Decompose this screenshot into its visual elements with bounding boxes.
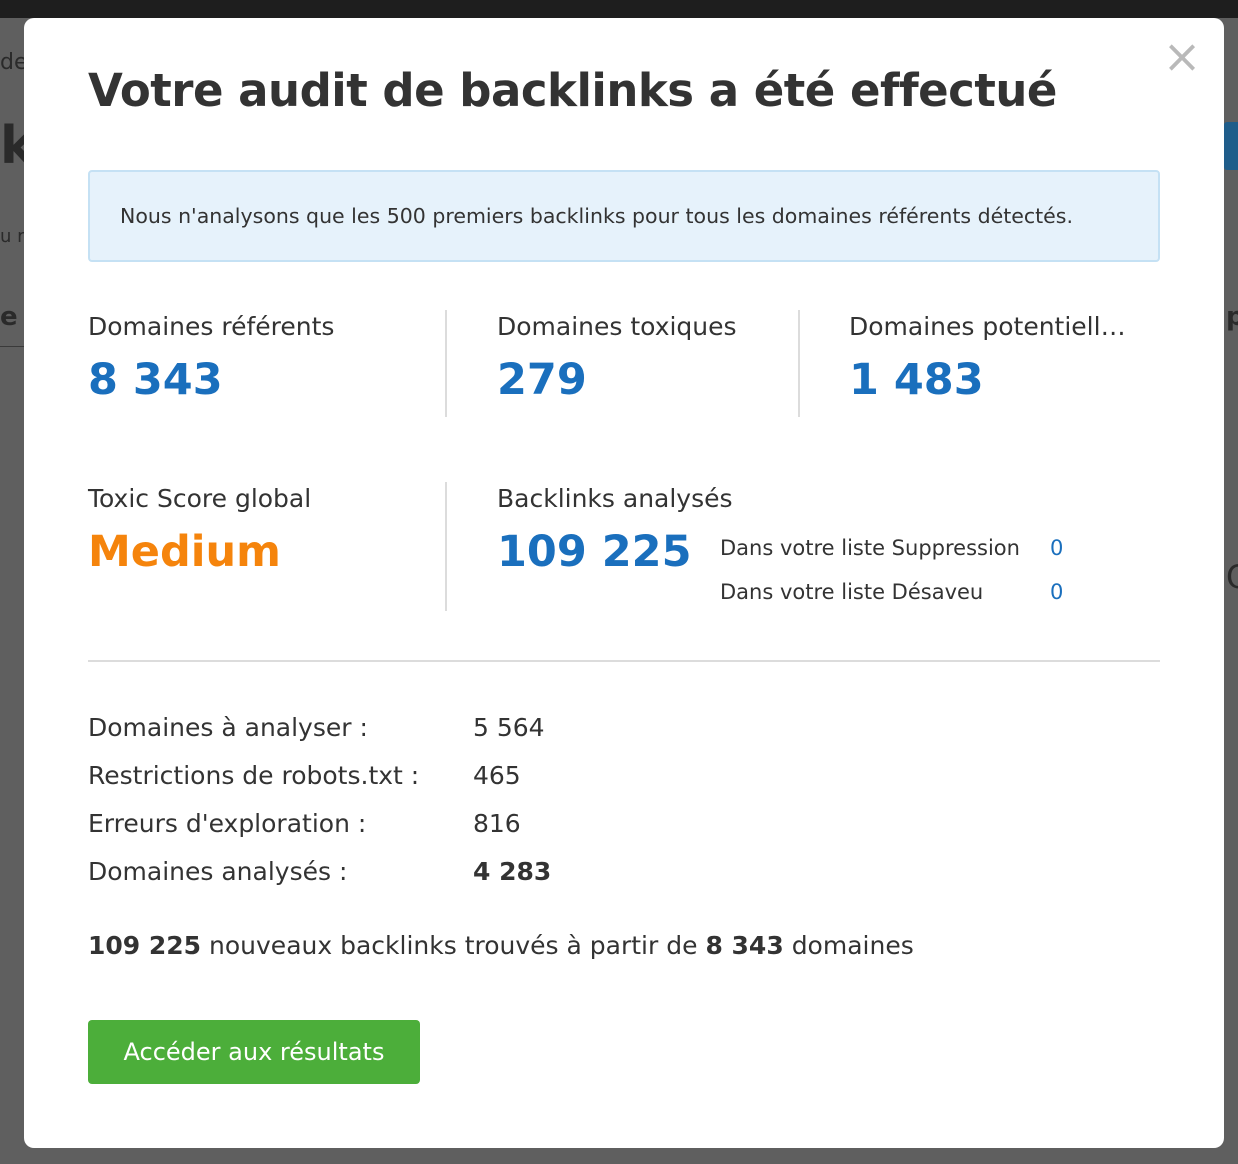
disavow-list-label: Dans votre liste Désaveu	[720, 580, 984, 604]
stat-value: 465	[473, 761, 521, 790]
summary-backlinks-count: 109 225	[88, 931, 202, 960]
summary-end-text: domaines	[791, 931, 914, 960]
info-notice: Nous n'analysons que les 500 premiers ba…	[88, 170, 1160, 262]
stat-label: Domaines analysés :	[88, 857, 348, 886]
background-text-fragment: u r	[0, 226, 25, 247]
view-results-button[interactable]: Accéder aux résultats	[88, 1020, 420, 1084]
background-tab-fragment: p	[1226, 302, 1238, 332]
metric-divider	[798, 310, 800, 417]
suppression-list-count[interactable]: 0	[1050, 536, 1063, 560]
metric-label: Domaines référents	[88, 312, 335, 341]
summary-middle-text: nouveaux backlinks trouvés à partir de	[209, 931, 698, 960]
metric-label: Backlinks analysés	[497, 484, 733, 513]
metric-potential-domains: Domaines potentiell… 1 483	[849, 312, 1126, 405]
disavow-list-count[interactable]: 0	[1050, 580, 1063, 604]
background-tab-fragment: e	[0, 302, 18, 332]
metric-label: Toxic Score global	[88, 484, 312, 513]
stat-label: Domaines à analyser :	[88, 713, 368, 742]
stat-value: 5 564	[473, 713, 545, 742]
section-divider	[88, 660, 1160, 662]
close-icon[interactable]: ×	[1162, 33, 1202, 79]
stat-value-total: 4 283	[473, 857, 552, 886]
metric-label: Domaines potentiell…	[849, 312, 1126, 341]
background-button	[1224, 122, 1238, 170]
background-divider	[0, 346, 24, 347]
modal-title: Votre audit de backlinks a été effectué	[88, 64, 1057, 117]
stat-label: Restrictions de robots.txt :	[88, 761, 420, 790]
metric-backlinks-analyzed: Backlinks analysés 109 225	[497, 484, 733, 577]
metric-value[interactable]: 1 483	[849, 355, 1126, 405]
stat-value: 816	[473, 809, 521, 838]
toxic-score-value: Medium	[88, 527, 281, 577]
metric-divider	[445, 310, 447, 417]
summary-text: 109 225 nouveaux backlinks trouvés à par…	[88, 931, 914, 960]
metric-toxic-domains: Domaines toxiques 279	[497, 312, 737, 405]
metric-label: Domaines toxiques	[497, 312, 737, 341]
metric-value[interactable]: 109 225	[497, 527, 733, 577]
metric-divider	[445, 482, 447, 611]
stat-label: Erreurs d'exploration :	[88, 809, 367, 838]
background-text-fragment: O	[1226, 558, 1238, 596]
info-notice-text: Nous n'analysons que les 500 premiers ba…	[120, 204, 1073, 228]
suppression-list-label: Dans votre liste Suppression	[720, 536, 1020, 560]
metric-toxic-score: Toxic Score global Medium	[88, 484, 311, 577]
metric-value[interactable]: 8 343	[88, 355, 334, 405]
audit-complete-modal: × Votre audit de backlinks a été effectu…	[24, 18, 1224, 1148]
metric-referring-domains: Domaines référents 8 343	[88, 312, 334, 405]
metric-value[interactable]: 279	[497, 355, 737, 405]
summary-domains-count: 8 343	[705, 931, 784, 960]
browser-top-bar	[0, 0, 1238, 18]
